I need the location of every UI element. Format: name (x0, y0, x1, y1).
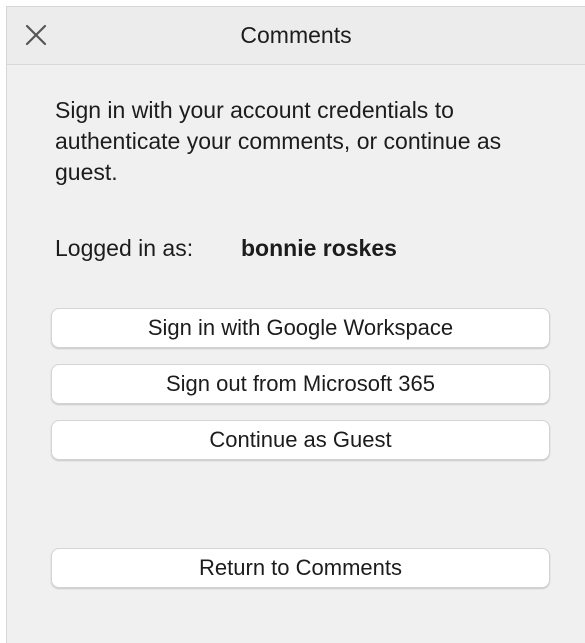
panel-header: Comments (7, 7, 585, 65)
continue-as-guest-button[interactable]: Continue as Guest (51, 420, 550, 460)
comments-panel: Comments Sign in with your account crede… (6, 6, 585, 643)
sign-out-microsoft-button[interactable]: Sign out from Microsoft 365 (51, 364, 550, 404)
panel-title: Comments (240, 22, 352, 48)
sign-in-google-button[interactable]: Sign in with Google Workspace (51, 308, 550, 348)
logged-in-row: Logged in as: bonnie roskes (55, 235, 565, 262)
logged-in-user: bonnie roskes (241, 235, 397, 261)
return-to-comments-button[interactable]: Return to Comments (51, 548, 550, 588)
intro-text: Sign in with your account credentials to… (55, 97, 502, 185)
logged-in-label: Logged in as: (55, 235, 194, 261)
panel-body: Sign in with your account credentials to… (7, 65, 585, 643)
